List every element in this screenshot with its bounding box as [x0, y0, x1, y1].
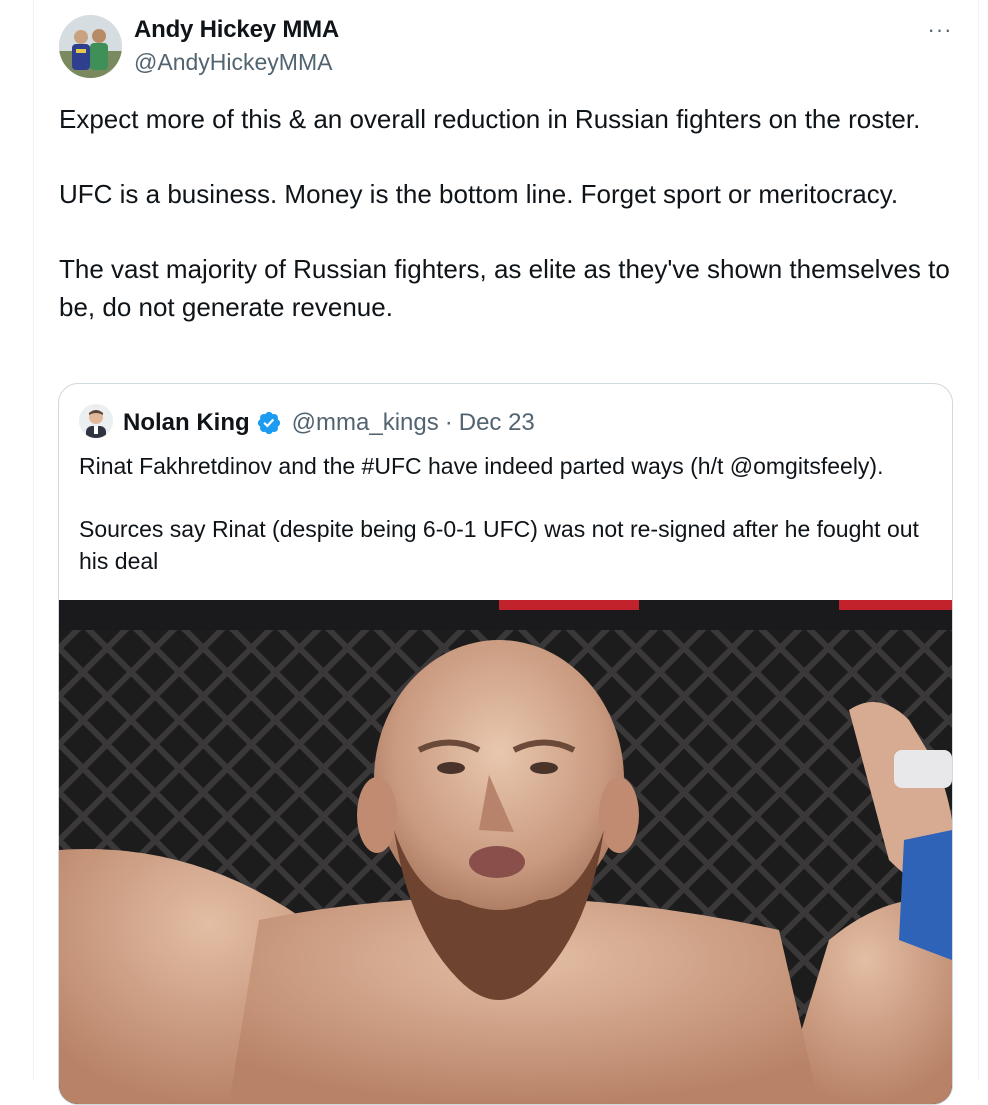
more-horizontal-icon: ···: [927, 17, 953, 42]
quoted-media-photo[interactable]: [59, 600, 952, 1104]
tweet-paragraph: Expect more of this & an overall reducti…: [59, 104, 921, 134]
author-avatar[interactable]: [59, 15, 122, 78]
author-handle[interactable]: @AndyHickeyMMA: [134, 49, 332, 76]
quoted-header: Nolan King @mma_kings · Dec 23: [123, 406, 535, 440]
quoted-author-avatar[interactable]: [79, 404, 113, 438]
quoted-tweet[interactable]: Nolan King @mma_kings · Dec 23 Rinat Fak…: [58, 383, 953, 1105]
quoted-author-name[interactable]: Nolan King: [123, 409, 250, 437]
quoted-author-handle[interactable]: @mma_kings: [292, 409, 439, 437]
separator-dot: ·: [444, 409, 453, 436]
verified-badge-icon: [257, 411, 280, 435]
tweet-paragraph: UFC is a business. Money is the bottom l…: [59, 179, 899, 209]
quoted-text: Rinat Fakhretdinov and the #UFC have ind…: [79, 450, 939, 577]
tweet-text: Expect more of this & an overall reducti…: [59, 100, 959, 326]
quoted-date[interactable]: Dec 23: [459, 409, 535, 437]
author-name[interactable]: Andy Hickey MMA: [134, 16, 339, 44]
quoted-paragraph: Rinat Fakhretdinov and the #UFC have ind…: [79, 453, 884, 479]
more-options-button[interactable]: ···: [924, 16, 956, 44]
tweet-paragraph: The vast majority of Russian fighters, a…: [59, 254, 950, 322]
quoted-paragraph: Sources say Rinat (despite being 6-0-1 U…: [79, 516, 919, 574]
